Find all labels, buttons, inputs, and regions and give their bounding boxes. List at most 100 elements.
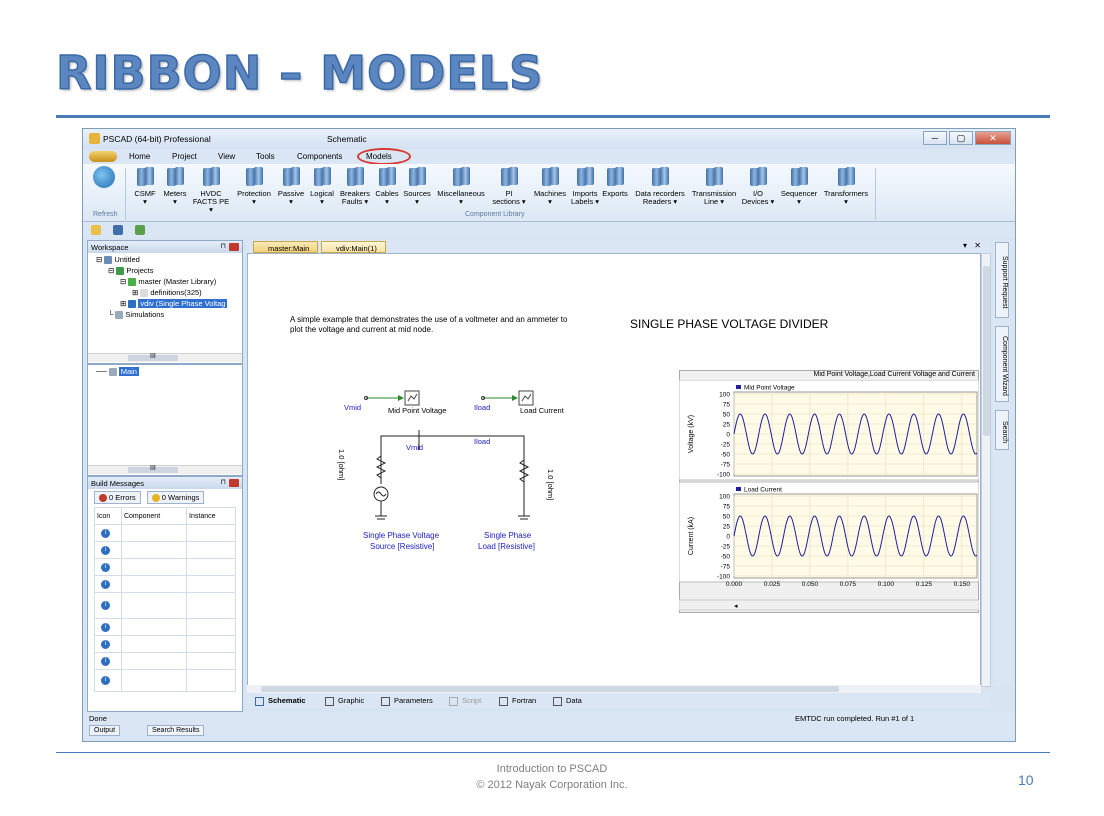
ribbon-csmf[interactable]: CSMF ▾: [133, 166, 157, 206]
col-component[interactable]: Component: [120, 507, 188, 525]
tree-projects[interactable]: ⊟ Projects: [108, 266, 153, 276]
ammeter-display-icon[interactable]: [518, 390, 534, 406]
ribbon-exports[interactable]: Exports: [600, 166, 630, 198]
table-row[interactable]: i: [94, 669, 236, 692]
minimize-button[interactable]: ─: [923, 131, 947, 145]
tab-list-icon[interactable]: ▾: [963, 241, 967, 250]
ribbon-hvdc[interactable]: HVDC FACTS PE ▾: [191, 166, 231, 214]
warnings-filter[interactable]: 0 Warnings: [146, 491, 205, 505]
run-status: EMTDC run completed. Run #1 of 1: [795, 714, 915, 723]
status-bar: Done EMTDC run completed. Run #1 of 1: [83, 712, 1015, 724]
tab-script[interactable]: Script: [449, 696, 481, 706]
error-icon: [99, 494, 107, 503]
workspace-icon: [104, 256, 113, 265]
ribbon-transformers[interactable]: Transformers ▾: [820, 166, 872, 206]
x-tick-label: 0.000: [726, 581, 743, 588]
ribbon-breakers[interactable]: Breakers Faults ▾: [337, 166, 373, 206]
pin-icon[interactable]: ⊓: [221, 242, 226, 250]
ribbon-passive[interactable]: Passive ▾: [275, 166, 307, 206]
ribbon-data-recorders[interactable]: Data recorders Readers ▾: [632, 166, 688, 206]
ribbon-imports[interactable]: Imports Labels ▾: [569, 166, 601, 206]
ribbon-io-devices[interactable]: I/O Devices ▾: [740, 166, 776, 206]
menu-tools[interactable]: Tools: [256, 152, 275, 161]
group-separator: [875, 168, 876, 220]
tree-vdiv[interactable]: ⊞ vdiv (Single Phase Voltag: [120, 299, 228, 309]
library-icon: [605, 166, 625, 188]
tab-search-results[interactable]: Search Results: [147, 725, 205, 736]
label-mid-point-voltage: Mid Point Voltage: [388, 406, 446, 415]
workspace-lower-hscroll[interactable]: III: [88, 465, 242, 474]
tree-main[interactable]: ── Main: [96, 367, 139, 377]
tab-master-main[interactable]: master:Main: [253, 241, 319, 253]
tab-schematic[interactable]: Schematic: [255, 696, 306, 706]
table-row[interactable]: i: [94, 592, 236, 619]
table-row[interactable]: i: [94, 541, 236, 559]
close-button[interactable]: ✕: [975, 131, 1011, 145]
tree-master[interactable]: ⊟ master (Master Library): [120, 277, 216, 287]
panel-close-icon[interactable]: [229, 479, 239, 487]
tab-search[interactable]: Search: [995, 410, 1009, 450]
maximize-button[interactable]: ▢: [949, 131, 973, 145]
ribbon-meters[interactable]: Meters ▾: [161, 166, 189, 206]
tab-output[interactable]: Output: [89, 725, 121, 736]
y-tick-label: 100: [719, 494, 730, 501]
errors-filter[interactable]: 0 Errors: [94, 491, 141, 505]
menu-home[interactable]: Home: [129, 152, 150, 161]
ribbon-protection[interactable]: Protection ▾: [233, 166, 275, 206]
build-icon[interactable]: [135, 225, 145, 235]
tab-vdiv-main[interactable]: vdiv:Main(1): [321, 241, 386, 253]
ribbon-machines[interactable]: Machines ▾: [531, 166, 569, 206]
voltmeter-display-icon[interactable]: [404, 390, 420, 406]
quick-access-toolbar: [83, 222, 1015, 238]
build-messages-header: Build Messages ⊓: [88, 477, 242, 489]
ribbon-pi-sections[interactable]: PI sections ▾: [491, 166, 527, 206]
library-icon: [135, 166, 155, 188]
tree-untitled[interactable]: ⊟ Untitled: [96, 255, 140, 265]
col-instance[interactable]: Instance: [186, 507, 236, 525]
new-icon[interactable]: [91, 225, 101, 235]
col-icon[interactable]: Icon: [94, 507, 122, 525]
table-row[interactable]: i: [94, 652, 236, 670]
ribbon-logical[interactable]: Logical ▾: [307, 166, 337, 206]
ribbon-sources[interactable]: Sources ▾: [401, 166, 433, 206]
pscad-window: PSCAD (64-bit) Professional Schematic ─ …: [82, 128, 1016, 742]
table-row[interactable]: i: [94, 558, 236, 576]
tree-definitions[interactable]: ⊞ definitions(325): [132, 288, 202, 298]
menu-view[interactable]: View: [218, 152, 235, 161]
label-r2: 1.0 [ohm]: [546, 469, 555, 500]
refresh-button[interactable]: [91, 166, 117, 190]
ribbon-transmission-line[interactable]: Transmission Line ▾: [688, 166, 740, 206]
footer-rule: [56, 752, 1050, 753]
table-row[interactable]: i: [94, 618, 236, 636]
label-load-2: Load [Resistive]: [478, 542, 535, 551]
canvas-vscroll[interactable]: [981, 253, 991, 687]
tab-fortran[interactable]: Fortran: [499, 696, 536, 706]
y-tick-label: -50: [721, 554, 731, 561]
application-menu-button[interactable]: [89, 151, 117, 162]
table-row[interactable]: i: [94, 524, 236, 542]
save-icon[interactable]: [113, 225, 123, 235]
library-icon: [451, 166, 471, 188]
ribbon-miscellaneous[interactable]: Miscellaneous ▾: [433, 166, 489, 206]
table-row[interactable]: i: [94, 575, 236, 593]
y-tick-label: 0: [726, 432, 730, 439]
table-row[interactable]: i: [94, 635, 236, 653]
panel-close-icon[interactable]: [229, 243, 239, 251]
tab-graphic[interactable]: Graphic: [325, 696, 364, 706]
ribbon-cables[interactable]: Cables ▾: [373, 166, 401, 206]
menu-components[interactable]: Components: [297, 152, 342, 161]
tab-component-wizard[interactable]: Component Wizard: [995, 326, 1009, 402]
workspace-hscroll[interactable]: III: [88, 353, 242, 362]
pin-icon[interactable]: ⊓: [221, 478, 226, 486]
tab-parameters[interactable]: Parameters: [381, 696, 433, 706]
script-icon: [449, 696, 458, 706]
menu-project[interactable]: Project: [172, 152, 197, 161]
tab-support-request[interactable]: Support Request: [995, 242, 1009, 318]
tab-close-icon[interactable]: ✕: [974, 241, 981, 250]
ribbon-sequencer[interactable]: Sequencer ▾: [778, 166, 820, 206]
tab-data[interactable]: Data: [553, 696, 582, 706]
tree-simulations[interactable]: └ Simulations: [108, 310, 164, 320]
legend-swatch-0: [736, 385, 741, 389]
canvas-hscroll[interactable]: [247, 685, 981, 693]
label-vmid: Vmid: [344, 403, 361, 412]
